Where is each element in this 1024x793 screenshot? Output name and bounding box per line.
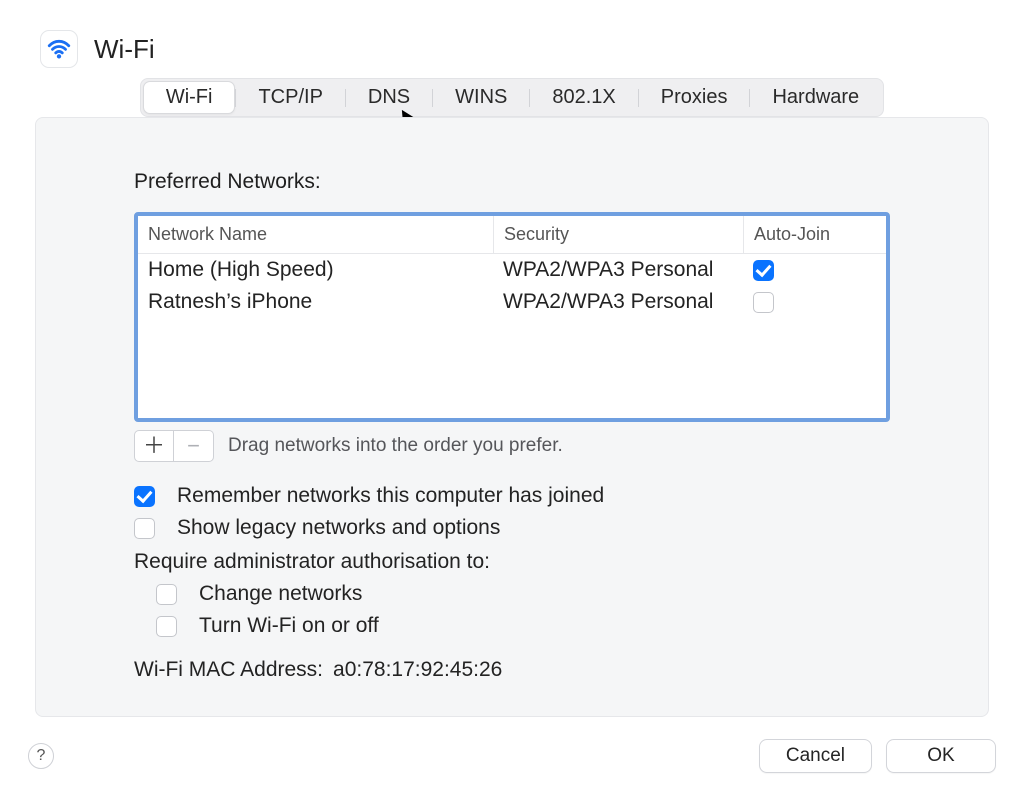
tab-wifi[interactable]: Wi-Fi bbox=[143, 81, 236, 114]
options-block: Remember networks this computer has join… bbox=[134, 484, 890, 638]
req-toggle-label: Turn Wi-Fi on or off bbox=[199, 614, 379, 638]
tabbar: Wi-FiTCP/IPDNSWINS802.1XProxiesHardware bbox=[0, 78, 1024, 117]
cell-security: WPA2/WPA3 Personal bbox=[493, 286, 743, 318]
help-button[interactable]: ? bbox=[28, 743, 54, 769]
cell-security: WPA2/WPA3 Personal bbox=[493, 254, 743, 286]
show-legacy-checkbox[interactable] bbox=[134, 518, 155, 539]
tab-dns[interactable]: DNS bbox=[346, 82, 432, 113]
tab-wins[interactable]: WINS bbox=[433, 82, 529, 113]
cell-network-name: Home (High Speed) bbox=[138, 254, 493, 286]
show-legacy-label: Show legacy networks and options bbox=[177, 516, 500, 540]
remove-network-button[interactable]: − bbox=[174, 430, 214, 462]
tab-8021x[interactable]: 802.1X bbox=[530, 82, 637, 113]
mac-address-row: Wi-Fi MAC Address: a0:78:17:92:45:26 bbox=[134, 658, 890, 682]
dialog-footer: ? Cancel OK bbox=[0, 731, 1024, 773]
table-row[interactable]: Ratnesh’s iPhoneWPA2/WPA3 Personal bbox=[138, 286, 886, 318]
req-toggle-checkbox[interactable] bbox=[156, 616, 177, 637]
autojoin-checkbox[interactable] bbox=[753, 260, 774, 281]
remember-networks-label: Remember networks this computer has join… bbox=[177, 484, 604, 508]
tab-proxies[interactable]: Proxies bbox=[639, 82, 750, 113]
wifi-icon bbox=[40, 30, 78, 68]
table-header: Network Name Security Auto-Join bbox=[138, 216, 886, 254]
ok-button[interactable]: OK bbox=[886, 739, 996, 773]
add-network-button[interactable]: ＋ bbox=[134, 430, 174, 462]
window-header: Wi-Fi bbox=[0, 0, 1024, 78]
mac-address-label: Wi-Fi MAC Address: bbox=[134, 658, 323, 682]
tab-hardware[interactable]: Hardware bbox=[750, 82, 881, 113]
req-change-checkbox[interactable] bbox=[156, 584, 177, 605]
page-title: Wi-Fi bbox=[94, 34, 155, 65]
settings-panel: Preferred Networks: Network Name Securit… bbox=[35, 117, 989, 717]
col-header-security[interactable]: Security bbox=[493, 216, 743, 253]
preferred-networks-table[interactable]: Network Name Security Auto-Join Home (Hi… bbox=[134, 212, 890, 422]
drag-hint-text: Drag networks into the order you prefer. bbox=[228, 435, 563, 457]
require-admin-label: Require administrator authorisation to: bbox=[134, 550, 890, 574]
cancel-button[interactable]: Cancel bbox=[759, 739, 872, 773]
col-header-autojoin[interactable]: Auto-Join bbox=[743, 216, 886, 253]
autojoin-checkbox[interactable] bbox=[753, 292, 774, 313]
mac-address-value: a0:78:17:92:45:26 bbox=[333, 658, 502, 682]
req-change-label: Change networks bbox=[199, 582, 362, 606]
tab-tcpip[interactable]: TCP/IP bbox=[236, 82, 344, 113]
table-row[interactable]: Home (High Speed)WPA2/WPA3 Personal bbox=[138, 254, 886, 286]
remember-networks-checkbox[interactable] bbox=[134, 486, 155, 507]
table-controls: ＋ − Drag networks into the order you pre… bbox=[134, 430, 890, 462]
cell-network-name: Ratnesh’s iPhone bbox=[138, 286, 493, 318]
col-header-name[interactable]: Network Name bbox=[138, 216, 493, 253]
preferred-networks-label: Preferred Networks: bbox=[134, 170, 890, 194]
